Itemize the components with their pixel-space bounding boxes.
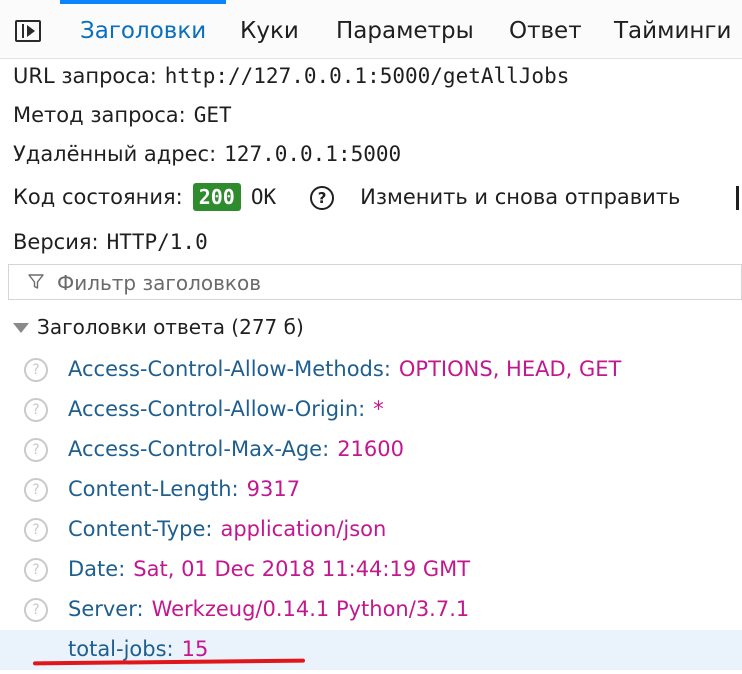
header-name: Access-Control-Allow-Methods: [68, 357, 391, 381]
request-method-row: Метод запроса: GET [13, 103, 232, 127]
tab-headers[interactable]: Заголовки [59, 0, 227, 58]
funnel-icon [28, 274, 44, 289]
header-value: 9317 [246, 477, 301, 501]
header-name: Access-Control-Allow-Origin: [68, 397, 366, 421]
remote-address-row: Удалённый адрес: 127.0.0.1:5000 [13, 142, 401, 166]
header-value: * [373, 397, 384, 421]
header-value: application/json [220, 517, 387, 541]
status-label: Код состояния: [13, 185, 183, 209]
question-circle-icon[interactable]: ? [24, 478, 48, 502]
header-value: 21600 [337, 437, 404, 461]
header-value: OPTIONS, HEAD, GET [398, 357, 622, 381]
request-url-row: URL запроса: http://127.0.0.1:5000/getAll… [13, 64, 569, 88]
header-row[interactable]: ? Access-Control-Allow-Methods: OPTIONS, … [0, 350, 742, 390]
header-name: Date: [68, 557, 126, 581]
status-badge: 200 [192, 183, 241, 211]
request-url-label: URL запроса: [13, 64, 157, 88]
request-method-label: Метод запроса: [13, 103, 186, 127]
response-headers-section[interactable]: Заголовки ответа (277 б) [0, 309, 742, 349]
panel-toggle-icon[interactable] [15, 20, 41, 42]
header-row[interactable]: ? Content-Length: 9317 [0, 470, 742, 510]
tab-bar: Заголовки Куки Параметры Ответ Тайминги [0, 0, 742, 59]
version-label: Версия: [13, 230, 99, 254]
status-text: OK [250, 185, 277, 209]
response-headers-title: Заголовки ответа (277 б) [37, 315, 304, 339]
remote-address-value: 127.0.0.1:5000 [224, 142, 402, 166]
question-circle-icon[interactable]: ? [24, 398, 48, 422]
question-circle-icon[interactable]: ? [24, 598, 48, 622]
question-circle-icon[interactable]: ? [24, 518, 48, 542]
tab-timings[interactable]: Тайминги [614, 0, 731, 58]
header-row[interactable]: ? Date: Sat, 01 Dec 2018 11:44:19 GMT [0, 550, 742, 590]
help-circle-icon[interactable]: ? [310, 186, 335, 210]
tab-response[interactable]: Ответ [509, 0, 582, 58]
chevron-down-icon[interactable] [13, 323, 29, 333]
header-filter [8, 264, 742, 300]
clipped-button-edge [736, 186, 739, 210]
header-value: 15 [181, 637, 209, 661]
tab-params[interactable]: Параметры [336, 0, 474, 58]
header-name: Content-Length: [68, 477, 239, 501]
question-circle-icon[interactable]: ? [24, 558, 48, 582]
status-row: Код состояния: 200 OK? Изменить и снова отп… [13, 183, 680, 211]
header-name: Access-Control-Max-Age: [68, 437, 330, 461]
tab-cookies[interactable]: Куки [240, 0, 299, 58]
header-value: Sat, 01 Dec 2018 11:44:19 GMT [133, 557, 471, 581]
request-method-value: GET [193, 103, 232, 127]
edit-and-resend-button[interactable]: Изменить и снова отправить [360, 185, 680, 209]
header-value: Werkzeug/0.14.1 Python/3.7.1 [151, 597, 470, 621]
request-url-value[interactable]: http://127.0.0.1:5000/getAllJobs [165, 64, 570, 88]
header-row[interactable]: ? Server: Werkzeug/0.14.1 Python/3.7.1 [0, 590, 742, 630]
header-name: Content-Type: [68, 517, 213, 541]
version-row: Версия: HTTP/1.0 [13, 230, 208, 254]
header-row[interactable]: ? Access-Control-Allow-Origin: * [0, 390, 742, 430]
header-row[interactable]: ? Access-Control-Max-Age: 21600 [0, 430, 742, 470]
question-circle-icon[interactable]: ? [24, 358, 48, 382]
question-circle-icon[interactable]: ? [24, 438, 48, 462]
header-row[interactable]: ? Content-Type: application/json [0, 510, 742, 550]
header-name: Server: [68, 597, 144, 621]
remote-address-label: Удалённый адрес: [13, 142, 217, 166]
header-filter-input[interactable] [55, 267, 719, 299]
version-value: HTTP/1.0 [106, 230, 208, 254]
header-name: total-jobs: [68, 637, 174, 661]
